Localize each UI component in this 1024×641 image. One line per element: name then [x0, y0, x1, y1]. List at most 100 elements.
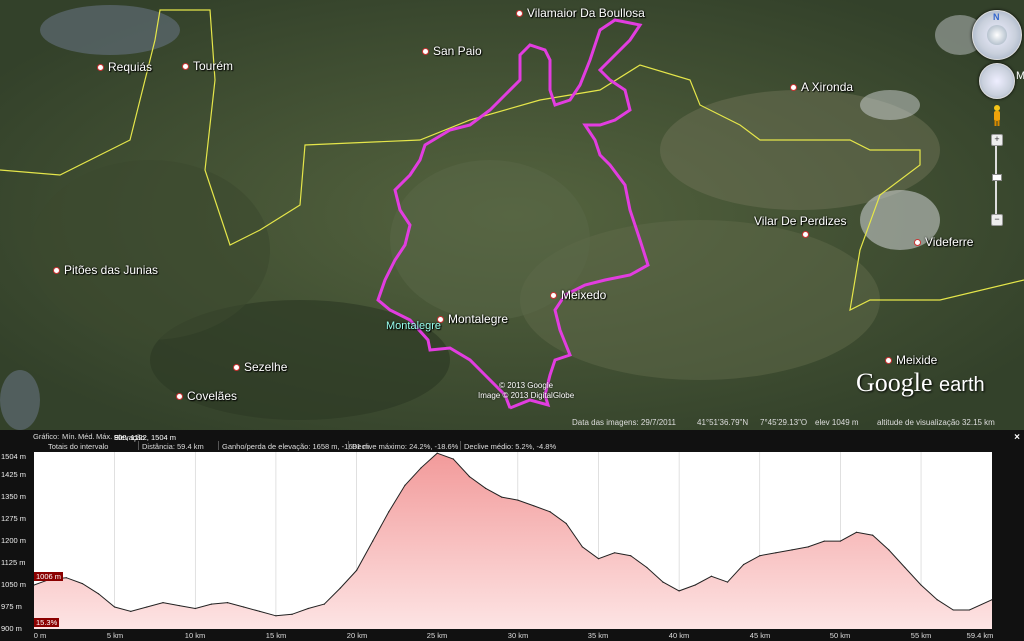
- elevation-point: [775, 552, 777, 554]
- place-label: Requiás: [97, 60, 152, 74]
- elevation-point: [162, 602, 164, 604]
- imagery-credits: © 2013 Google Image © 2013 DigitalGlobe: [478, 381, 575, 400]
- elevation-point: [791, 549, 793, 551]
- x-tick-label: 35 km: [587, 631, 609, 640]
- satellite-imagery: [0, 0, 1024, 430]
- elevation-point: [81, 582, 83, 585]
- elevation-point: [194, 607, 196, 610]
- place-dot-icon: [422, 48, 429, 56]
- elevation-point: [646, 566, 648, 569]
- elevation-point: [630, 555, 632, 557]
- place-label: A Xironda: [790, 80, 853, 94]
- x-tick-label: 59.4 km: [966, 631, 994, 640]
- zoom-slider[interactable]: + −: [991, 134, 1003, 226]
- map-view[interactable]: Vilamaior Da Boullosa San Paio Requiás T…: [0, 0, 1024, 430]
- place-label: Montalegre: [437, 312, 508, 326]
- elevation-point: [275, 615, 277, 617]
- elevation-point: [307, 607, 309, 610]
- max-slope-value: Declive máximo: 24.2%, -18.6%: [352, 442, 459, 451]
- elevation-point: [484, 487, 487, 489]
- zoom-in-button[interactable]: +: [991, 134, 1003, 146]
- elevation-point: [743, 563, 745, 566]
- cursor-elevation-label: 1006 m: [34, 572, 64, 581]
- place-label: Meixedo: [550, 288, 606, 302]
- y-tick-label: 975 m: [1, 602, 22, 611]
- elevation-point: [533, 505, 535, 507]
- min-toggle[interactable]: Mín.: [62, 432, 77, 441]
- street-view-pegman-icon[interactable]: [992, 104, 1002, 126]
- elevation-point: [404, 484, 406, 487]
- longitude-readout: 7°45'29.13"O: [760, 418, 808, 427]
- place-label: Pitões das Junias: [53, 263, 158, 277]
- place-dot-icon: [885, 357, 892, 365]
- avg-slope-value: Declive médio: 5.2%, -4.8%: [464, 442, 557, 451]
- elevation-chart[interactable]: [33, 452, 993, 629]
- elevation-point: [372, 540, 374, 542]
- elevation-profile-panel[interactable]: Gráfico: Mín. Méd. Máx. Elevação: 900, 1…: [0, 430, 1024, 641]
- place-label: Meixide: [885, 353, 937, 367]
- elevation-point: [146, 606, 148, 608]
- latitude-readout: 41°51'36.79"N: [697, 418, 749, 427]
- y-tick-label: 900 m: [1, 624, 22, 633]
- place-label: Videferre: [914, 235, 973, 249]
- elevation-point: [581, 546, 583, 548]
- y-tick-label: 1425 m: [1, 470, 27, 479]
- place-dot-icon: [233, 364, 240, 372]
- elevation-point: [178, 604, 180, 607]
- max-toggle[interactable]: Máx.: [96, 432, 112, 441]
- zoom-thumb[interactable]: [992, 174, 1002, 181]
- place-dot-icon: [802, 231, 809, 239]
- elevation-point: [420, 467, 422, 469]
- place-dot-icon: [790, 84, 797, 92]
- y-tick-label: 1275 m: [1, 514, 27, 523]
- north-indicator[interactable]: N: [993, 12, 1000, 22]
- avg-toggle[interactable]: Méd.: [78, 432, 95, 441]
- elevation-point: [565, 522, 567, 525]
- elevation-point: [920, 584, 922, 586]
- divider: [218, 441, 219, 450]
- elevation-point: [243, 606, 245, 608]
- google-earth-logo: Google earth: [856, 368, 985, 397]
- elevation-point: [436, 452, 438, 454]
- place-dot-icon: [550, 292, 557, 300]
- divider: [460, 441, 461, 450]
- move-navigation-control[interactable]: [979, 63, 1015, 99]
- place-dot-icon: [914, 239, 921, 247]
- place-dot-marker: [802, 227, 813, 241]
- elevation-point: [323, 603, 325, 605]
- place-label: Vilar De Perdizes: [754, 214, 847, 228]
- elevation-point: [501, 496, 503, 498]
- look-joystick-icon[interactable]: [987, 25, 1007, 45]
- x-tick-label: 40 km: [668, 631, 690, 640]
- x-tick-label: 45 km: [749, 631, 771, 640]
- elevation-chart-svg[interactable]: [33, 452, 993, 629]
- elevation-point: [855, 531, 858, 533]
- place-dot-icon: [176, 393, 183, 401]
- zoom-out-button[interactable]: −: [991, 214, 1003, 226]
- totals-label: Totais do intervalo: [48, 442, 109, 451]
- imagery-date: Data das imagens: 29/7/2011: [572, 418, 676, 427]
- place-label: Sezelhe: [233, 360, 287, 374]
- elevation-point: [888, 549, 890, 551]
- elevation-point: [452, 458, 454, 460]
- elevation-point: [597, 558, 600, 560]
- x-tick-label: 5 km: [106, 631, 124, 640]
- elevation-point: [807, 546, 809, 548]
- divider: [138, 441, 139, 450]
- elevation-point: [517, 499, 519, 501]
- look-navigation-ring[interactable]: N: [972, 10, 1022, 60]
- elevation-point: [226, 602, 229, 604]
- place-dot-icon: [182, 63, 189, 71]
- place-label: Tourém: [182, 59, 233, 73]
- elevation-point: [839, 540, 841, 542]
- elevation-point: [259, 610, 261, 613]
- y-tick-label: 1050 m: [1, 580, 27, 589]
- x-tick-label: 55 km: [910, 631, 932, 640]
- x-tick-label: 10 km: [184, 631, 206, 640]
- distance-value: Distância: 59.4 km: [142, 442, 204, 451]
- elevation-point: [97, 593, 100, 595]
- elevation-point: [65, 577, 67, 579]
- edge-glyph: M: [1016, 70, 1024, 82]
- elevation-point: [355, 569, 358, 571]
- elevation-point: [339, 587, 342, 589]
